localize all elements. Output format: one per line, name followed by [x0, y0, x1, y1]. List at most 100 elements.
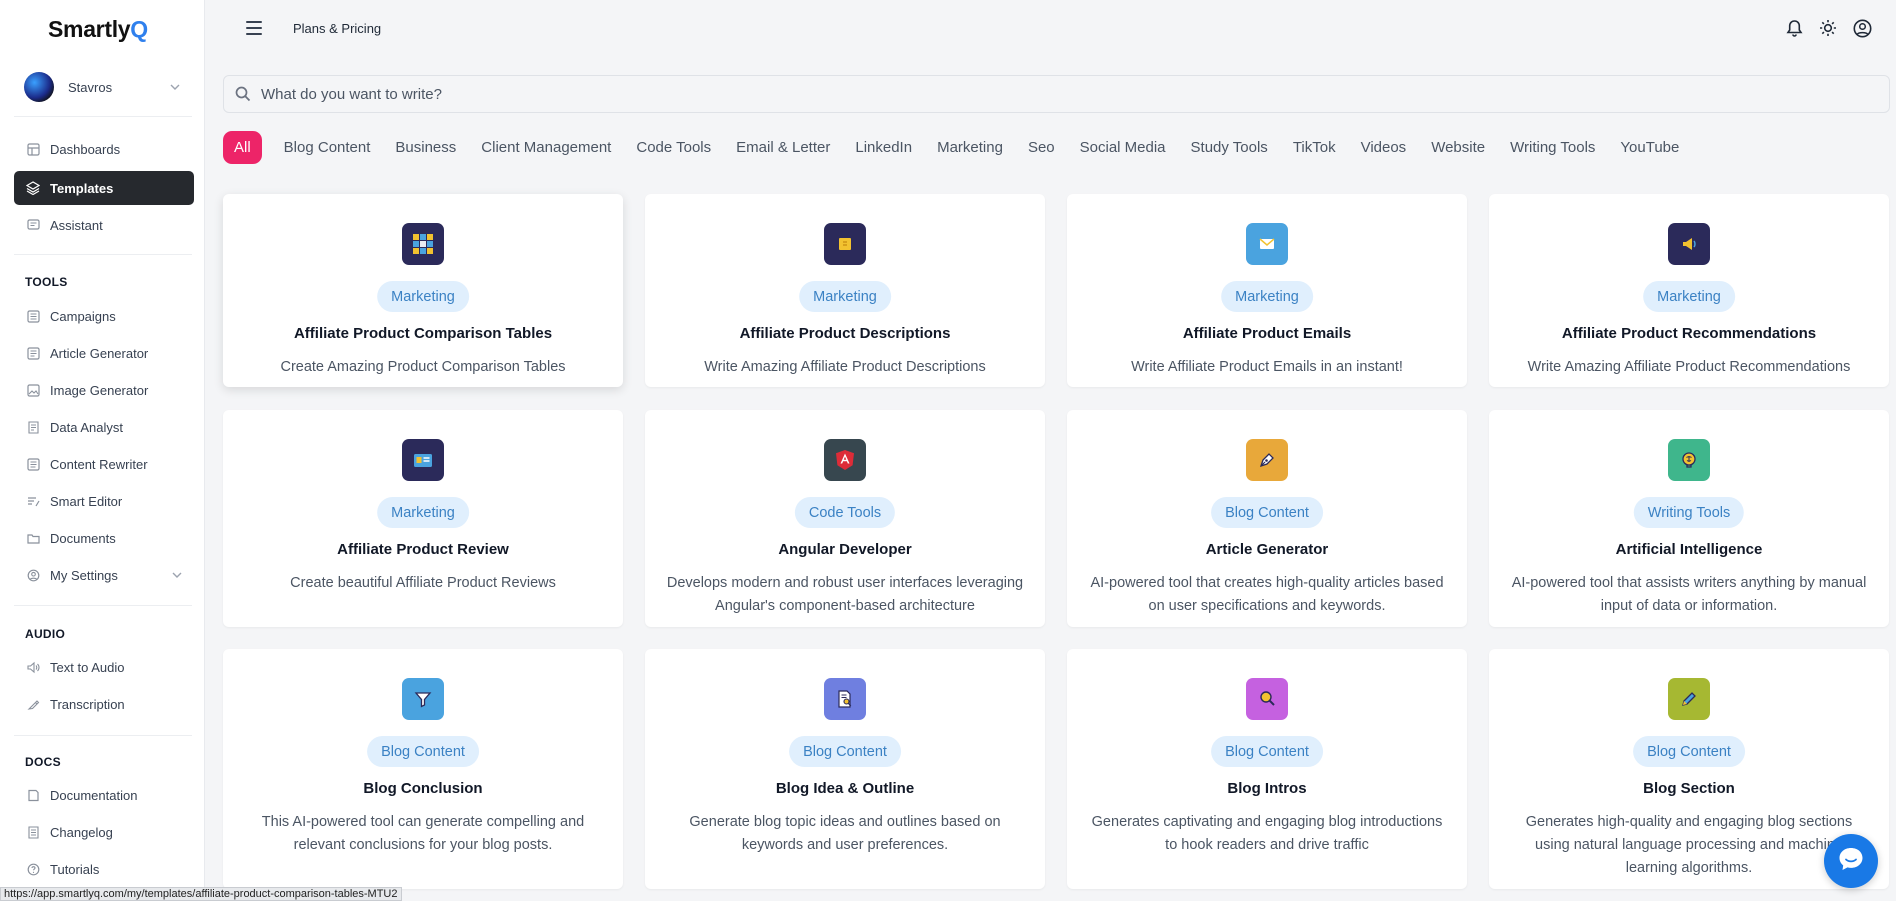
sidebar-item-campaigns[interactable]: Campaigns: [14, 299, 194, 333]
tab-marketing[interactable]: Marketing: [937, 139, 1003, 156]
bell-icon[interactable]: [1784, 18, 1804, 38]
sidebar-item-transcription[interactable]: Transcription: [14, 687, 194, 721]
sidebar-item-text-to-audio[interactable]: Text to Audio: [14, 650, 194, 684]
template-card[interactable]: Blog Content Blog Intros Generates capti…: [1067, 649, 1467, 889]
category-badge[interactable]: Blog Content: [367, 736, 479, 767]
menu-icon[interactable]: [246, 21, 264, 37]
sidebar-item-my-settings[interactable]: My Settings: [14, 558, 194, 592]
section-title-audio: AUDIO: [25, 627, 66, 641]
chat-launcher-button[interactable]: [1824, 834, 1878, 888]
category-badge[interactable]: Blog Content: [789, 736, 901, 767]
tab-videos[interactable]: Videos: [1361, 139, 1407, 156]
search-icon: [235, 86, 251, 102]
top-icons: [1784, 18, 1872, 38]
tab-writing-tools[interactable]: Writing Tools: [1510, 139, 1595, 156]
tab-all[interactable]: All: [223, 130, 262, 164]
sidebar-item-label: Templates: [50, 180, 114, 196]
sun-icon[interactable]: [1818, 18, 1838, 38]
logo[interactable]: SmartlyQ: [48, 16, 148, 43]
sidebar-item-label: Smart Editor: [50, 493, 123, 509]
tab-business[interactable]: Business: [395, 139, 456, 156]
chevron-down-icon: [172, 570, 182, 581]
sidebar-item-dashboards[interactable]: Dashboards: [14, 132, 194, 166]
book-icon: [26, 788, 40, 802]
envelope-icon: [1246, 223, 1288, 265]
card-title: Blog Idea & Outline: [775, 780, 915, 797]
editor-icon: [26, 494, 40, 508]
card-description: Generates high-quality and engaging blog…: [1525, 814, 1853, 876]
tab-linkedin[interactable]: LinkedIn: [855, 139, 912, 156]
tab-blog-content[interactable]: Blog Content: [284, 139, 371, 156]
sidebar-item-assistant[interactable]: Assistant: [14, 208, 194, 242]
category-badge[interactable]: Writing Tools: [1633, 497, 1745, 528]
user-circle-icon[interactable]: [1852, 18, 1872, 38]
section-title-docs: DOCS: [25, 755, 61, 769]
sidebar-item-smart-editor[interactable]: Smart Editor: [14, 484, 194, 518]
article-icon: [26, 346, 40, 360]
tab-study-tools[interactable]: Study Tools: [1191, 139, 1268, 156]
sticky-note-icon: [824, 223, 866, 265]
sidebar-item-documentation[interactable]: Documentation: [14, 778, 194, 812]
tab-youtube[interactable]: YouTube: [1620, 139, 1679, 156]
card-description: Generates captivating and engaging blog …: [1091, 814, 1443, 853]
help-icon: [26, 862, 40, 876]
card-title: Artificial Intelligence: [1615, 541, 1763, 558]
chat-icon: [26, 218, 40, 232]
sidebar-divider: [14, 116, 192, 117]
category-badge[interactable]: Blog Content: [1211, 736, 1323, 767]
tab-client-management[interactable]: Client Management: [481, 139, 611, 156]
sidebar-item-templates[interactable]: Templates: [14, 171, 194, 205]
sidebar-item-changelog[interactable]: Changelog: [14, 815, 194, 849]
template-card[interactable]: Writing Tools Artificial Intelligence AI…: [1489, 410, 1889, 627]
tab-website[interactable]: Website: [1431, 139, 1485, 156]
template-card[interactable]: Marketing Affiliate Product Comparison T…: [223, 194, 623, 387]
chevron-down-icon: [168, 80, 182, 94]
category-badge[interactable]: Code Tools: [794, 497, 896, 528]
sidebar-item-documents[interactable]: Documents: [14, 521, 194, 555]
pen-nib-icon: [1246, 439, 1288, 481]
card-title: Article Generator: [1205, 541, 1329, 558]
sidebar-item-content-rewriter[interactable]: Content Rewriter: [14, 447, 194, 481]
tab-seo[interactable]: Seo: [1028, 139, 1055, 156]
template-card[interactable]: Marketing Affiliate Product Emails Write…: [1067, 194, 1467, 387]
category-badge[interactable]: Marketing: [1643, 281, 1735, 312]
user-menu[interactable]: Stavros: [14, 70, 190, 104]
template-card[interactable]: Marketing Affiliate Product Descriptions…: [645, 194, 1045, 387]
card-title: Affiliate Product Recommendations: [1561, 325, 1817, 342]
card-description: Write Affiliate Product Emails in an ins…: [1131, 359, 1403, 375]
section-title-tools: TOOLS: [25, 275, 68, 289]
changelog-icon: [26, 825, 40, 839]
sidebar-item-image-generator[interactable]: Image Generator: [14, 373, 194, 407]
tab-code-tools[interactable]: Code Tools: [636, 139, 711, 156]
sidebar-item-label: Documents: [50, 530, 116, 546]
plans-pricing-link[interactable]: Plans & Pricing: [293, 21, 381, 36]
category-badge[interactable]: Marketing: [799, 281, 891, 312]
tab-email-letter[interactable]: Email & Letter: [736, 139, 830, 156]
folder-icon: [26, 531, 40, 545]
template-card[interactable]: Code Tools Angular Developer Develops mo…: [645, 410, 1045, 627]
sidebar-divider: [14, 254, 192, 255]
category-badge[interactable]: Marketing: [377, 281, 469, 312]
magnifier-icon: [1246, 678, 1288, 720]
category-badge[interactable]: Blog Content: [1211, 497, 1323, 528]
template-card[interactable]: Marketing Affiliate Product Review Creat…: [223, 410, 623, 627]
template-card[interactable]: Blog Content Blog Idea & Outline Generat…: [645, 649, 1045, 889]
search-bar[interactable]: [223, 75, 1890, 113]
sidebar-item-tutorials[interactable]: Tutorials: [14, 852, 194, 886]
template-card[interactable]: Marketing Affiliate Product Recommendati…: [1489, 194, 1889, 387]
category-badge[interactable]: Marketing: [1221, 281, 1313, 312]
sidebar-item-article-generator[interactable]: Article Generator: [14, 336, 194, 370]
status-bar-url: https://app.smartlyq.com/my/templates/af…: [0, 887, 402, 901]
filter-icon: [402, 678, 444, 720]
tab-tiktok[interactable]: TikTok: [1293, 139, 1336, 156]
template-card[interactable]: Blog Content Blog Conclusion This AI-pow…: [223, 649, 623, 889]
layers-icon: [26, 181, 40, 195]
tab-social-media[interactable]: Social Media: [1080, 139, 1166, 156]
category-badge[interactable]: Blog Content: [1633, 736, 1745, 767]
template-card[interactable]: Blog Content Article Generator AI-powere…: [1067, 410, 1467, 627]
document-search-icon: [824, 678, 866, 720]
search-input[interactable]: [261, 85, 1761, 103]
category-badge[interactable]: Marketing: [377, 497, 469, 528]
logo-accent: Q: [130, 16, 148, 42]
sidebar-item-data-analyst[interactable]: Data Analyst: [14, 410, 194, 444]
